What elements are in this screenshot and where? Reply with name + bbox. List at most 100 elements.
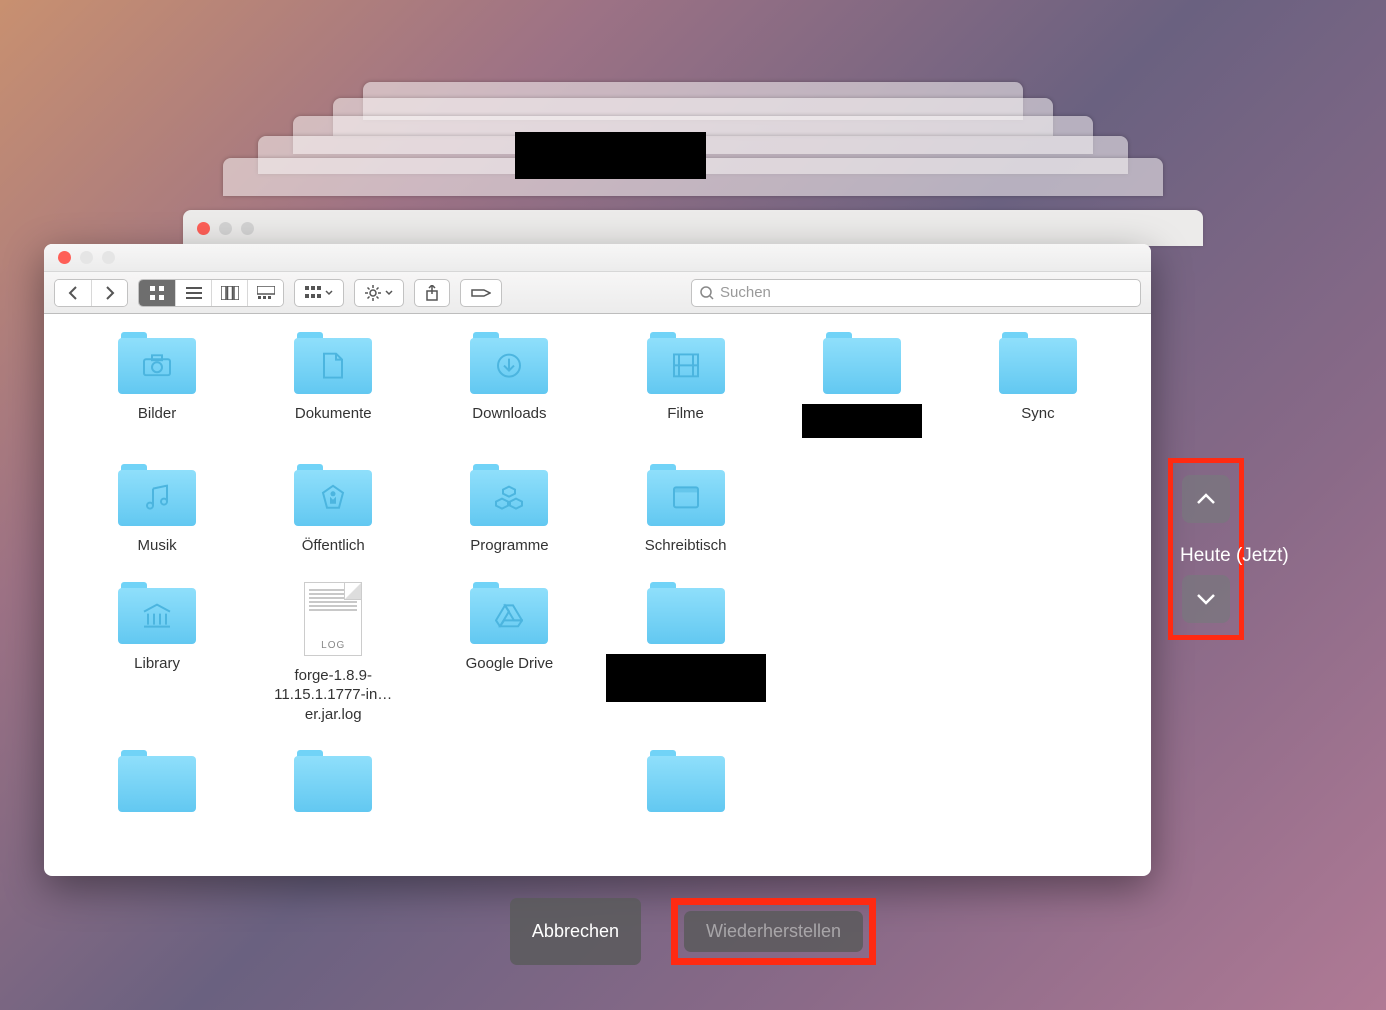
restore-button[interactable]: Wiederherstellen xyxy=(684,911,863,952)
timeline-prev-button[interactable] xyxy=(1182,475,1230,523)
item-label xyxy=(802,404,922,438)
share-button[interactable] xyxy=(414,279,450,307)
finder-item[interactable]: Sync xyxy=(955,332,1121,438)
folder-icon xyxy=(647,582,725,644)
folder-icon xyxy=(647,332,725,394)
forward-button[interactable] xyxy=(91,280,127,306)
doc-icon xyxy=(322,353,344,379)
maximize-button xyxy=(102,251,115,264)
gear-icon xyxy=(365,285,381,301)
minimize-icon xyxy=(219,222,232,235)
finder-item[interactable]: Downloads xyxy=(426,332,592,438)
column-view-button[interactable] xyxy=(211,280,247,306)
folder-icon xyxy=(823,332,901,394)
columns-icon xyxy=(221,286,239,300)
finder-item[interactable]: Schreibtisch xyxy=(603,464,769,556)
tags-button[interactable] xyxy=(460,279,502,307)
finder-item[interactable]: Musik xyxy=(74,464,240,556)
list-view-button[interactable] xyxy=(175,280,211,306)
folder-icon xyxy=(294,750,372,812)
finder-item[interactable]: Dokumente xyxy=(250,332,416,438)
back-button[interactable] xyxy=(55,280,91,306)
folder-icon xyxy=(999,332,1077,394)
item-label: forge-1.8.9-11.15.1.1777-in…er.jar.log xyxy=(253,666,413,725)
finder-item[interactable]: LOG forge-1.8.9-11.15.1.1777-in…er.jar.lo… xyxy=(250,582,416,725)
toolbar xyxy=(44,272,1151,314)
item-label: Library xyxy=(134,654,180,674)
desktop-icon xyxy=(673,485,699,509)
cancel-button[interactable]: Abbrechen xyxy=(510,898,641,965)
finder-item[interactable]: Öffentlich xyxy=(250,464,416,556)
library-icon xyxy=(142,602,172,628)
folder-icon xyxy=(470,582,548,644)
search-input[interactable] xyxy=(720,284,1132,301)
close-button[interactable] xyxy=(58,251,71,264)
item-label: Downloads xyxy=(472,404,546,424)
finder-item[interactable]: Filme xyxy=(603,332,769,438)
chevron-down-icon xyxy=(325,290,333,296)
search-field[interactable] xyxy=(691,279,1141,307)
item-label: Schreibtisch xyxy=(645,536,727,556)
timeline-current-label: Heute (Jetzt) xyxy=(1180,545,1289,567)
item-label: Programme xyxy=(470,536,548,556)
restore-highlight: Wiederherstellen xyxy=(671,898,876,965)
folder-icon xyxy=(470,332,548,394)
folder-icon xyxy=(647,464,725,526)
minimize-button xyxy=(80,251,93,264)
folder-icon xyxy=(118,582,196,644)
finder-item[interactable]: Bilder xyxy=(74,332,240,438)
bottom-bar: Abbrechen Wiederherstellen xyxy=(0,898,1386,965)
drive-icon xyxy=(495,603,523,627)
finder-item[interactable]: Google Drive xyxy=(426,582,592,725)
item-label: Bilder xyxy=(138,404,176,424)
folder-icon xyxy=(118,750,196,812)
close-icon[interactable] xyxy=(197,222,210,235)
group-icon xyxy=(305,286,321,300)
chevron-right-icon xyxy=(105,286,115,300)
gallery-icon xyxy=(257,286,275,300)
folder-icon xyxy=(647,750,725,812)
chevron-down-icon xyxy=(385,290,393,296)
nav-back-forward xyxy=(54,279,128,307)
finder-item[interactable] xyxy=(603,582,769,725)
group-by-button[interactable] xyxy=(294,279,344,307)
tag-icon xyxy=(471,286,491,300)
item-label: Dokumente xyxy=(295,404,372,424)
search-icon xyxy=(700,286,714,300)
window-titlebar[interactable] xyxy=(44,244,1151,272)
public-icon xyxy=(319,484,347,512)
maximize-icon xyxy=(241,222,254,235)
apps-icon xyxy=(495,485,523,511)
log-file-icon: LOG xyxy=(304,582,362,656)
music-icon xyxy=(145,485,169,511)
item-label: Sync xyxy=(1021,404,1054,424)
gallery-view-button[interactable] xyxy=(247,280,283,306)
finder-item[interactable]: Programme xyxy=(426,464,592,556)
finder-item[interactable] xyxy=(779,332,945,438)
item-label: Filme xyxy=(667,404,704,424)
finder-window: Bilder Dokumente Downloads Filme Sync Musik Öf… xyxy=(44,244,1151,876)
action-menu-button[interactable] xyxy=(354,279,404,307)
list-icon xyxy=(186,286,202,300)
item-label: Musik xyxy=(137,536,176,556)
view-mode-group xyxy=(138,279,284,307)
grid-icon xyxy=(149,285,165,301)
item-label xyxy=(606,654,766,702)
finder-item[interactable] xyxy=(250,750,416,822)
chevron-up-icon xyxy=(1196,492,1216,506)
redacted-title xyxy=(515,132,706,179)
folder-content: Bilder Dokumente Downloads Filme Sync Musik Öf… xyxy=(44,314,1151,840)
folder-icon xyxy=(470,464,548,526)
item-label: Google Drive xyxy=(466,654,554,674)
timeline-next-button[interactable] xyxy=(1182,575,1230,623)
ghost-window-titlebar[interactable] xyxy=(183,210,1203,246)
finder-item[interactable]: Library xyxy=(74,582,240,725)
download-icon xyxy=(496,353,522,379)
film-icon xyxy=(673,353,699,377)
folder-icon xyxy=(294,332,372,394)
item-label: Öffentlich xyxy=(302,536,365,556)
icon-view-button[interactable] xyxy=(139,280,175,306)
finder-item[interactable] xyxy=(74,750,240,822)
finder-item[interactable] xyxy=(603,750,769,822)
share-icon xyxy=(425,285,439,301)
